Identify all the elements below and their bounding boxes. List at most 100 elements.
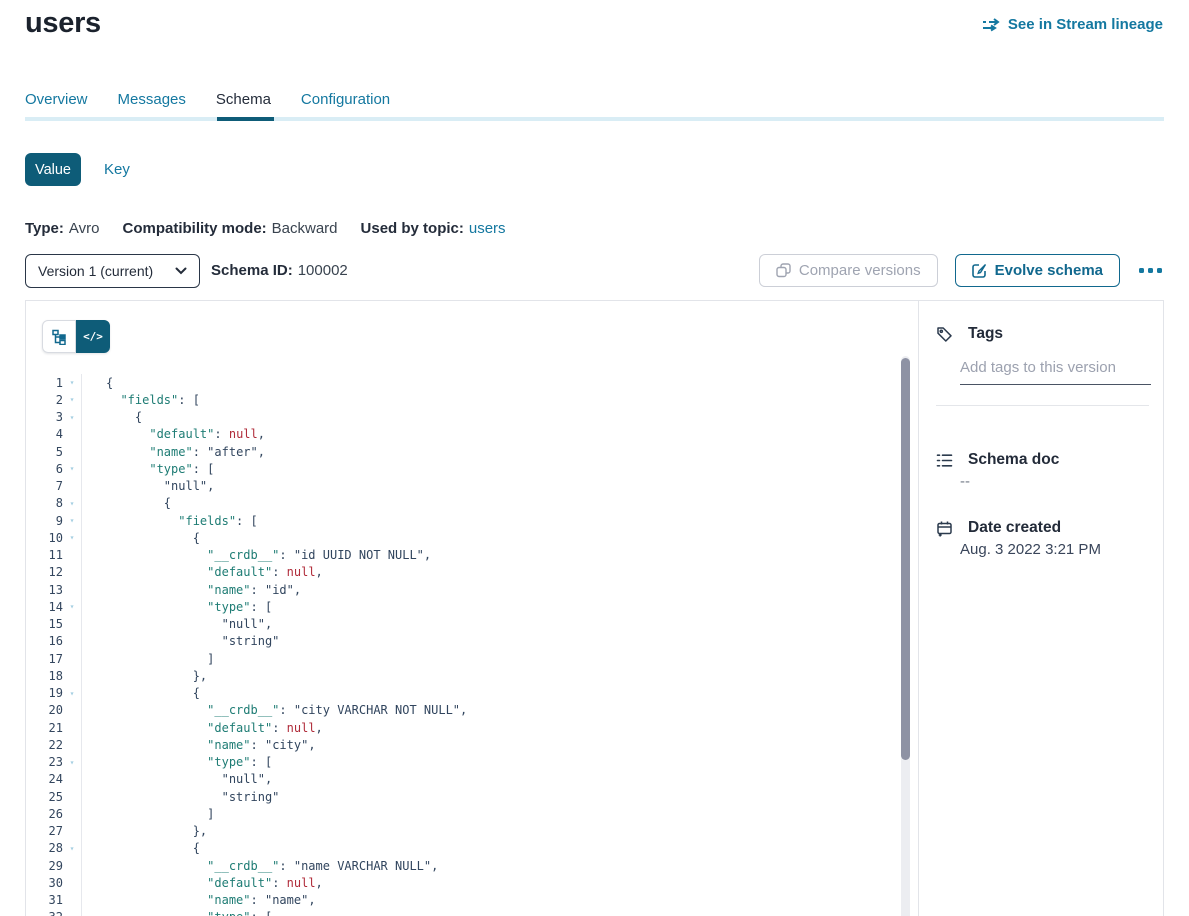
used-by-topic-label: Used by topic: <box>361 220 464 237</box>
code-text: "type": [ <box>82 755 272 769</box>
code-view-button[interactable]: </> <box>76 320 110 353</box>
tab-configuration[interactable]: Configuration <box>301 91 390 108</box>
code-text: "null", <box>82 617 272 631</box>
schema-doc-title: Schema doc <box>968 451 1059 469</box>
code-line: 8▾ { <box>26 495 898 512</box>
fold-spacer <box>63 478 82 495</box>
line-number: 4 <box>26 427 63 441</box>
code-text: { <box>82 841 200 855</box>
code-text: "default": null, <box>82 876 323 890</box>
code-text: { <box>82 376 113 390</box>
code-line: 10▾ { <box>26 529 898 546</box>
fold-spacer <box>63 892 82 909</box>
fold-toggle-icon[interactable]: ▾ <box>63 754 82 771</box>
fold-toggle-icon[interactable]: ▾ <box>63 495 82 512</box>
code-line: 1▾{ <box>26 374 898 391</box>
line-number: 2 <box>26 393 63 407</box>
code-text: }, <box>82 824 207 838</box>
version-select[interactable]: Version 1 (current) <box>25 254 200 288</box>
code-scrollbar-track[interactable] <box>901 356 910 916</box>
schema-doc-value: -- <box>960 473 970 490</box>
line-number: 7 <box>26 479 63 493</box>
code-line: 31 "name": "name", <box>26 892 898 909</box>
tags-section-header: Tags <box>936 325 1003 343</box>
line-number: 14 <box>26 600 63 614</box>
fold-toggle-icon[interactable]: ▾ <box>63 460 82 477</box>
code-line: 5 "name": "after", <box>26 443 898 460</box>
date-created-title: Date created <box>968 519 1061 537</box>
line-number: 11 <box>26 548 63 562</box>
calendar-plus-icon <box>936 520 953 537</box>
stream-lineage-link[interactable]: See in Stream lineage <box>982 16 1163 33</box>
code-text: "default": null, <box>82 721 323 735</box>
code-text: "name": "city", <box>82 738 316 752</box>
line-number: 13 <box>26 583 63 597</box>
tab-schema[interactable]: Schema <box>216 91 271 108</box>
line-number: 24 <box>26 772 63 786</box>
evolve-schema-button[interactable]: Evolve schema <box>955 254 1120 287</box>
fold-toggle-icon[interactable]: ▾ <box>63 409 82 426</box>
tab-messages[interactable]: Messages <box>118 91 186 108</box>
compare-versions-label: Compare versions <box>799 262 921 279</box>
edit-icon <box>972 263 987 278</box>
code-lines: 1▾{2▾ "fields": [3▾ {4 "default": null,5… <box>26 374 898 916</box>
fold-toggle-icon[interactable]: ▾ <box>63 685 82 702</box>
code-text: "null", <box>82 479 214 493</box>
code-line: 13 "name": "id", <box>26 581 898 598</box>
code-text: "__crdb__": "name VARCHAR NULL", <box>82 859 438 873</box>
code-text: "type": [ <box>82 910 272 916</box>
fold-spacer <box>63 857 82 874</box>
code-text: ] <box>82 807 214 821</box>
code-line: 12 "default": null, <box>26 564 898 581</box>
line-number: 31 <box>26 893 63 907</box>
stream-lineage-label: See in Stream lineage <box>1008 16 1163 33</box>
chevron-down-icon <box>175 267 187 275</box>
key-toggle-button[interactable]: Key <box>104 161 130 178</box>
compatibility-value: Backward <box>272 220 338 237</box>
fold-toggle-icon[interactable]: ▾ <box>63 512 82 529</box>
code-text: "name": "after", <box>82 445 265 459</box>
schema-id-label: Schema ID: <box>211 262 293 279</box>
line-number: 23 <box>26 755 63 769</box>
line-number: 29 <box>26 859 63 873</box>
line-number: 1 <box>26 376 63 390</box>
fold-toggle-icon[interactable]: ▾ <box>63 909 82 916</box>
fold-spacer <box>63 650 82 667</box>
code-text: "default": null, <box>82 427 265 441</box>
compare-versions-button[interactable]: Compare versions <box>759 254 938 287</box>
more-options-button[interactable] <box>1137 264 1164 277</box>
view-toggle: </> <box>42 320 110 353</box>
add-tags-input[interactable] <box>960 353 1151 385</box>
fold-spacer <box>63 426 82 443</box>
fold-spacer <box>63 547 82 564</box>
line-number: 18 <box>26 669 63 683</box>
fold-toggle-icon[interactable]: ▾ <box>63 840 82 857</box>
tree-view-icon <box>51 329 67 345</box>
line-number: 32 <box>26 910 63 916</box>
line-number: 30 <box>26 876 63 890</box>
code-view-icon: </> <box>83 330 103 343</box>
topic-link[interactable]: users <box>469 220 506 237</box>
value-toggle-button[interactable]: Value <box>25 153 81 186</box>
schema-id-value: 100002 <box>298 262 348 279</box>
list-icon <box>936 453 953 468</box>
code-scrollbar-thumb[interactable] <box>901 358 910 760</box>
line-number: 10 <box>26 531 63 545</box>
code-line: 26 ] <box>26 805 898 822</box>
compare-icon <box>776 263 791 278</box>
tab-overview[interactable]: Overview <box>25 91 88 108</box>
tree-view-button[interactable] <box>42 320 76 353</box>
code-text: { <box>82 496 171 510</box>
fold-toggle-icon[interactable]: ▾ <box>63 598 82 615</box>
code-line: 24 "null", <box>26 771 898 788</box>
fold-toggle-icon[interactable]: ▾ <box>63 529 82 546</box>
tag-icon <box>936 326 953 343</box>
code-text: "string" <box>82 634 279 648</box>
code-line: 20 "__crdb__": "city VARCHAR NOT NULL", <box>26 702 898 719</box>
fold-spacer <box>63 805 82 822</box>
type-label: Type: <box>25 220 64 237</box>
code-line: 17 ] <box>26 650 898 667</box>
fold-toggle-icon[interactable]: ▾ <box>63 391 82 408</box>
fold-toggle-icon[interactable]: ▾ <box>63 374 82 391</box>
code-text: "type": [ <box>82 600 272 614</box>
